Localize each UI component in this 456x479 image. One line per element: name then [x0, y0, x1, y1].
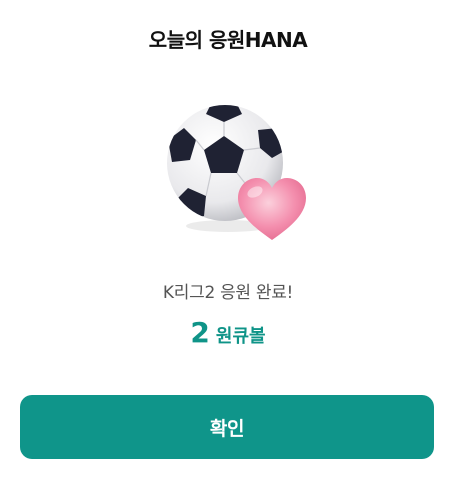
reward-count: 2 — [190, 316, 210, 349]
completion-message: K리그2 응원 완료! — [162, 283, 294, 303]
dialog-title: 오늘의 응원HANA — [148, 28, 308, 52]
cheer-illustration — [160, 100, 310, 245]
reward-summary: 2 원큐볼 — [0, 316, 456, 349]
cheer-complete-dialog: 오늘의 응원HANA K리그2 응원 완료! 2 원큐볼 확인 — [0, 0, 456, 479]
soccer-ball-icon — [167, 105, 306, 240]
confirm-button[interactable]: 확인 — [20, 395, 434, 459]
reward-unit: 원큐볼 — [215, 326, 266, 347]
